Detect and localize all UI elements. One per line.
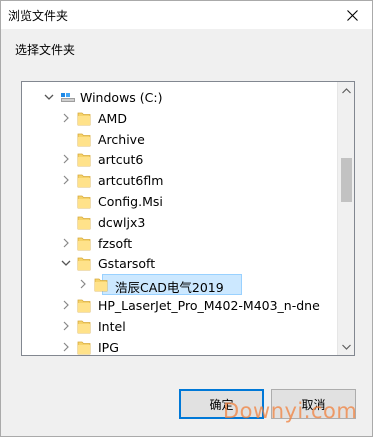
folder-tree[interactable]: Windows (C:) AMD Archive artcut6 artcut6flm C… [21,81,355,356]
drive-icon [60,90,75,105]
tree-item[interactable]: IPG [22,337,338,355]
window-title: 浏览文件夹 [8,9,69,23]
tree-item[interactable]: dcwljx3 [22,212,338,233]
folder-icon [77,111,91,126]
tree-item[interactable]: Gstarsoft [22,253,338,274]
tree-item[interactable]: artcut6 [22,149,338,170]
folder-icon [77,256,91,271]
folder-icon [94,277,108,292]
tree-item[interactable]: fzsoft [22,233,338,254]
collapsed-chevron-icon[interactable] [60,299,72,311]
collapsed-chevron-icon[interactable] [60,341,72,353]
tree-item-label: Gstarsoft [98,256,156,272]
chevron-up-icon [342,87,351,93]
folder-icon [77,215,91,230]
folder-icon [77,152,91,167]
tree-item-label: Intel [98,318,126,334]
ok-button[interactable]: 确定 [179,389,264,419]
tree-item-label: HP_LaserJet_Pro_M402-M403_n-dne [98,297,320,313]
tree-item[interactable]: Intel [22,316,338,337]
tree-item[interactable]: artcut6flm [22,170,338,191]
scroll-down-button[interactable] [338,338,354,355]
tree-item[interactable]: Archive [22,129,338,150]
tree-item-label: artcut6 [98,152,144,168]
tree-item[interactable]: HP_LaserJet_Pro_M402-M403_n-dne [22,295,338,316]
collapsed-chevron-icon[interactable] [60,174,72,186]
folder-icon [77,132,91,147]
folder-tree-list: Windows (C:) AMD Archive artcut6 artcut6flm C… [22,87,338,355]
scroll-up-button[interactable] [338,82,354,99]
tree-item-label: Windows (C:) [80,90,163,105]
scroll-thumb[interactable] [341,158,352,202]
vertical-scrollbar[interactable] [337,82,354,355]
tree-item[interactable]: Config.Msi [22,191,338,212]
folder-icon [77,340,91,355]
tree-item[interactable]: 浩辰CAD电气2019 [22,274,338,296]
collapsed-chevron-icon[interactable] [60,237,72,249]
folder-icon [77,298,91,313]
collapsed-chevron-icon[interactable] [60,112,72,124]
chevron-down-icon [342,344,351,350]
tree-item-label: AMD [98,110,127,126]
tree-item[interactable]: AMD [22,108,338,129]
collapsed-chevron-icon[interactable] [77,278,89,290]
tree-item-label: fzsoft [98,235,133,251]
tree-item-label: dcwljx3 [98,214,146,230]
tree-item-label: artcut6flm [98,173,164,189]
folder-icon [77,319,91,334]
browse-folder-dialog: 浏览文件夹 选择文件夹 Windows (C:) AMD Archive artcut… [0,0,373,437]
close-icon [346,9,358,21]
tree-item-label: 浩辰CAD电气2019 [115,280,224,296]
tree-item-label: Archive [98,131,145,147]
folder-icon [77,173,91,188]
folder-icon [77,236,91,251]
collapsed-chevron-icon[interactable] [60,153,72,165]
collapsed-chevron-icon[interactable] [60,320,72,332]
tree-item[interactable]: Windows (C:) [22,87,338,108]
cancel-button[interactable]: 取消 [271,389,356,419]
expanded-chevron-icon[interactable] [60,257,72,269]
tree-item-label: Config.Msi [98,193,163,209]
title-bar[interactable]: 浏览文件夹 [1,1,372,29]
close-button[interactable] [332,1,372,29]
instruction-text: 选择文件夹 [15,43,76,57]
folder-icon [77,194,91,209]
expanded-chevron-icon[interactable] [43,91,55,103]
tree-item-label: IPG [98,339,119,355]
